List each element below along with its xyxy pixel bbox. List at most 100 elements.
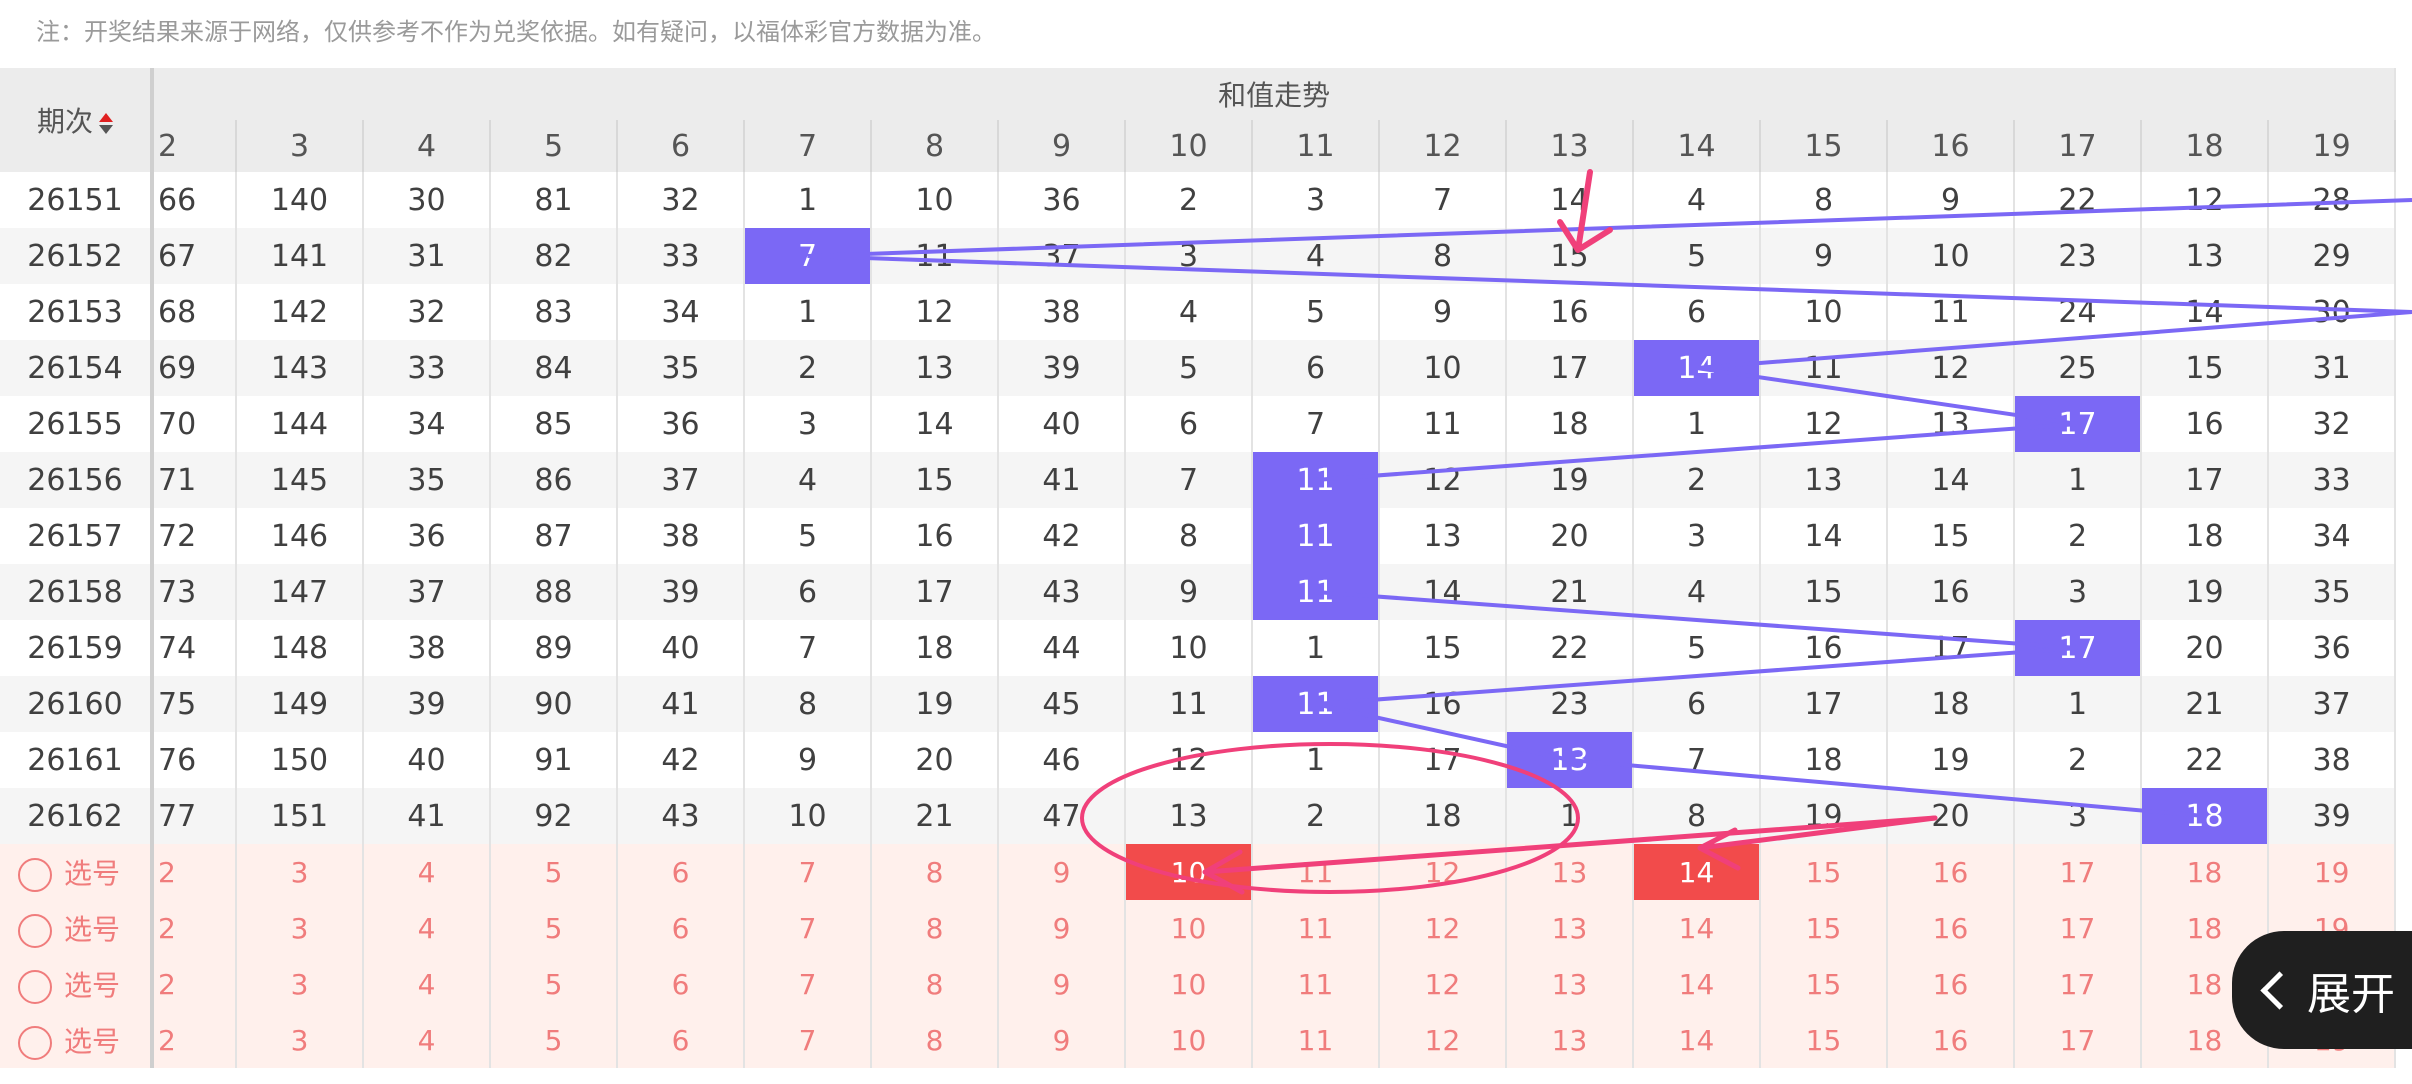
pick-number-cell[interactable]: 17: [2014, 1012, 2142, 1068]
pick-number-cell[interactable]: 16: [1887, 900, 2015, 956]
pick-number-cell[interactable]: 12: [1379, 844, 1507, 900]
radio-icon[interactable]: [18, 1026, 52, 1060]
miss-count-cell: 86: [490, 452, 618, 508]
pick-number-cell[interactable]: 5: [490, 956, 618, 1012]
miss-count-cell: 33: [363, 340, 491, 396]
pick-number-cell[interactable]: 3: [236, 1012, 364, 1068]
pick-number-cell[interactable]: 6: [617, 956, 745, 1012]
expand-button[interactable]: 展开: [2232, 931, 2412, 1049]
miss-count-cell: 2: [2014, 508, 2142, 564]
miss-count-cell: 4: [1633, 564, 1761, 620]
pick-number-cell[interactable]: 4: [363, 844, 491, 900]
pick-number-cell[interactable]: 13: [1506, 900, 1634, 956]
pick-number-cell[interactable]: 9: [998, 844, 1126, 900]
pick-number-cell[interactable]: 4: [363, 1012, 491, 1068]
period-cell: 26159: [0, 620, 154, 676]
miss-count-cell: 32: [363, 284, 491, 340]
pick-number-cell[interactable]: 5: [490, 1012, 618, 1068]
pick-number-cell[interactable]: 14: [1633, 1012, 1761, 1068]
pick-number-cell[interactable]: 14: [1633, 844, 1761, 900]
pick-number-cell[interactable]: 16: [1887, 1012, 2015, 1068]
pick-row-toggle[interactable]: 选号: [0, 844, 154, 900]
miss-count-cell: 9: [1125, 564, 1253, 620]
pick-number-cell[interactable]: 7: [744, 1012, 872, 1068]
sort-icon[interactable]: [99, 112, 113, 134]
pick-number-cell[interactable]: 15: [1760, 956, 1888, 1012]
pick-number-cell[interactable]: 6: [617, 844, 745, 900]
radio-icon[interactable]: [18, 970, 52, 1004]
pick-number-cell[interactable]: 8: [871, 900, 999, 956]
pick-number-cell[interactable]: 13: [1506, 956, 1634, 1012]
pick-number-cell[interactable]: 16: [1887, 956, 2015, 1012]
pick-number-cell[interactable]: 11: [1252, 900, 1380, 956]
pick-number-cell[interactable]: 12: [1379, 1012, 1507, 1068]
pick-number-cell[interactable]: 2: [152, 900, 237, 956]
radio-icon[interactable]: [18, 858, 52, 892]
pick-number-cell[interactable]: 17: [2014, 844, 2142, 900]
pick-number-cell[interactable]: 2: [152, 1012, 237, 1068]
miss-count-cell: 66: [152, 172, 237, 228]
table-row: 26153 68 142 32 83 34 1 12 38 4 5 9 16 6 10 11 24 14 30: [0, 284, 2397, 340]
miss-count-cell: 12: [1760, 396, 1888, 452]
pick-row-toggle[interactable]: 选号: [0, 956, 154, 1012]
pick-number-cell[interactable]: 18: [2141, 844, 2269, 900]
pick-number-cell[interactable]: 14: [1633, 956, 1761, 1012]
pick-number-cell[interactable]: 3: [236, 956, 364, 1012]
table-row: 26156 71 145 35 86 37 4 15 41 7 11 12 19 2 13 14 1 17 33: [0, 452, 2397, 508]
pick-number-cell[interactable]: 11: [1252, 844, 1380, 900]
pick-number-cell[interactable]: 17: [2014, 956, 2142, 1012]
pick-number-cell[interactable]: 4: [363, 900, 491, 956]
pick-number-cell[interactable]: 4: [363, 956, 491, 1012]
pick-number-cell[interactable]: 3: [236, 900, 364, 956]
pick-row-toggle[interactable]: 选号: [0, 1012, 154, 1068]
pick-number-cell[interactable]: 16: [1887, 844, 2015, 900]
pick-number-cell[interactable]: 10: [1125, 844, 1253, 900]
pick-number-cell[interactable]: 13: [1506, 1012, 1634, 1068]
miss-count-cell: 39: [617, 564, 745, 620]
pick-number-cell[interactable]: 14: [1633, 900, 1761, 956]
pick-number-cell[interactable]: 12: [1379, 956, 1507, 1012]
pick-number-cell[interactable]: 15: [1760, 900, 1888, 956]
pick-number-cell[interactable]: 9: [998, 900, 1126, 956]
miss-count-cell: 5: [1252, 284, 1380, 340]
pick-number-cell[interactable]: 5: [490, 844, 618, 900]
pick-number-cell[interactable]: 13: [1506, 844, 1634, 900]
miss-count-cell: 17: [871, 564, 999, 620]
pick-number-cell[interactable]: 17: [2014, 900, 2142, 956]
pick-number-cell[interactable]: 8: [871, 1012, 999, 1068]
miss-count-cell: 1: [1506, 788, 1634, 844]
miss-count-cell: 45: [998, 676, 1126, 732]
pick-row-toggle[interactable]: 选号: [0, 900, 154, 956]
period-column-header[interactable]: 期次: [0, 68, 154, 172]
pick-number-cell[interactable]: 7: [744, 900, 872, 956]
pick-number-cell[interactable]: 2: [152, 956, 237, 1012]
pick-number-cell[interactable]: 9: [998, 956, 1126, 1012]
miss-count-cell: 24: [2014, 284, 2142, 340]
miss-count-cell: 9: [744, 732, 872, 788]
pick-number-cell[interactable]: 7: [744, 844, 872, 900]
pick-number-cell[interactable]: 3: [236, 844, 364, 900]
pick-number-cell[interactable]: 6: [617, 1012, 745, 1068]
radio-icon[interactable]: [18, 914, 52, 948]
pick-number-cell[interactable]: 9: [998, 1012, 1126, 1068]
miss-count-cell: 18: [1506, 396, 1634, 452]
notice-bar: 注：开奖结果来源于网络，仅供参考不作为兑奖依据。如有疑问，以福体彩官方数据为准。: [0, 0, 2412, 68]
miss-count-cell: 1: [2014, 676, 2142, 732]
pick-number-cell[interactable]: 6: [617, 900, 745, 956]
pick-number-cell[interactable]: 15: [1760, 844, 1888, 900]
pick-number-cell[interactable]: 10: [1125, 956, 1253, 1012]
miss-count-cell: 69: [152, 340, 237, 396]
pick-number-cell[interactable]: 11: [1252, 956, 1380, 1012]
pick-number-cell[interactable]: 10: [1125, 900, 1253, 956]
pick-number-cell[interactable]: 5: [490, 900, 618, 956]
pick-number-cell[interactable]: 8: [871, 844, 999, 900]
pick-number-cell[interactable]: 2: [152, 844, 237, 900]
pick-number-cell[interactable]: 8: [871, 956, 999, 1012]
miss-count-cell: 4: [744, 452, 872, 508]
pick-number-cell[interactable]: 19: [2268, 844, 2397, 900]
pick-number-cell[interactable]: 11: [1252, 1012, 1380, 1068]
pick-number-cell[interactable]: 15: [1760, 1012, 1888, 1068]
pick-number-cell[interactable]: 12: [1379, 900, 1507, 956]
pick-number-cell[interactable]: 10: [1125, 1012, 1253, 1068]
pick-number-cell[interactable]: 7: [744, 956, 872, 1012]
